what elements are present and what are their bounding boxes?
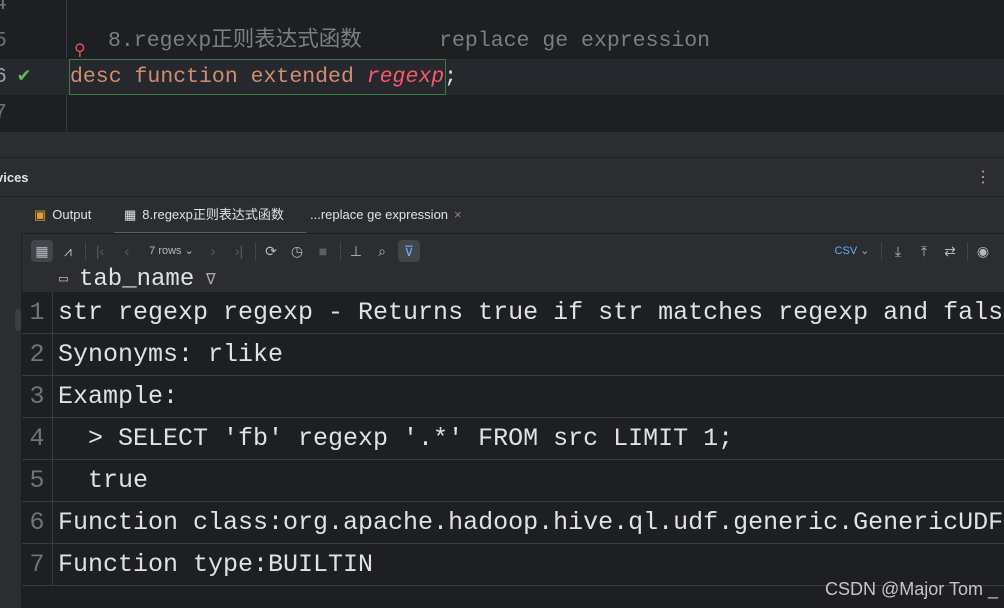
table-icon: ▦	[124, 207, 137, 222]
search-icon[interactable]: ⌕	[371, 240, 393, 262]
stop-icon[interactable]: ■	[312, 240, 334, 262]
results-toolbar: ▦ ⩘ |‹ ‹ 7 rows ⌄ › ›| ⟳ ◷ ■ ⊥ ⌕ ⊽ CSV ⌄…	[22, 233, 1004, 267]
chart-view-icon[interactable]: ⩘	[57, 240, 79, 262]
last-page-icon[interactable]: ›|	[228, 240, 250, 262]
filter-icon[interactable]: ⊽	[398, 240, 420, 262]
table-row[interactable]: 2 Synonyms: rlike	[22, 334, 1004, 376]
column-header[interactable]: ▭ tab_name ∇	[22, 267, 1004, 293]
editor-line[interactable]: 4	[0, 0, 1004, 22]
results-grid[interactable]: ▭ tab_name ∇ 1 str regexp regexp - Return…	[22, 267, 1004, 608]
compare-icon[interactable]: ⇄	[939, 240, 961, 262]
history-icon[interactable]: ◷	[286, 240, 308, 262]
code-editor[interactable]: 4 5 ⚲ 8.regexp正则表达式函数 replace ge express…	[0, 0, 1004, 131]
export-format-dropdown[interactable]: CSV ⌄	[832, 240, 872, 262]
refresh-icon[interactable]: ⟳	[260, 240, 282, 262]
close-icon[interactable]: ×	[454, 197, 462, 233]
table-row[interactable]: 3 Example:	[22, 376, 1004, 418]
filter-column-icon[interactable]: ∇	[206, 267, 216, 293]
splitter[interactable]	[0, 131, 1004, 157]
prev-page-icon[interactable]: ‹	[116, 240, 138, 262]
rows-dropdown[interactable]: 7 rows ⌄	[144, 240, 199, 262]
watermark: CSDN @Major Tom _	[825, 579, 998, 599]
eye-icon[interactable]: ◉	[972, 240, 994, 262]
results-tabs: ▣ Output ▦ 8.regexp正则表达式函数 ...replace ge…	[0, 197, 1004, 234]
services-tree-panel: ›	[0, 197, 22, 608]
semicolon: ;	[444, 65, 458, 89]
first-page-icon[interactable]: |‹	[89, 240, 111, 262]
table-row[interactable]: 6 Function class:org.apache.hadoop.hive.q…	[22, 502, 1004, 544]
more-options-icon[interactable]: ⋮	[975, 167, 991, 187]
table-row[interactable]: 5 true	[22, 460, 1004, 502]
services-title: vices	[0, 170, 29, 185]
column-icon: ▭	[59, 271, 69, 288]
services-header: vices ⋮	[0, 157, 1004, 197]
pin-icon[interactable]: ⊥	[345, 240, 367, 262]
editor-line[interactable]: 7	[0, 95, 1004, 131]
comment-text: 8.regexp正则表达式函数 replace ge expression	[108, 29, 711, 53]
tab-replace-expression[interactable]: ...replace ge expression ×	[310, 197, 462, 233]
table-row[interactable]: 4 > SELECT 'fb' regexp '.*' FROM src LIM…	[22, 418, 1004, 460]
editor-line[interactable]: 5 ⚲ 8.regexp正则表达式函数 replace ge expressio…	[0, 23, 1004, 60]
tab-output[interactable]: ▣ Output	[34, 197, 91, 233]
tab-result-regexp[interactable]: ▦ 8.regexp正则表达式函数	[114, 197, 306, 234]
upload-icon[interactable]: ⤒	[913, 240, 935, 262]
table-row[interactable]: 1 str regexp regexp - Returns true if str…	[22, 292, 1004, 334]
statement-highlight	[69, 59, 446, 95]
next-page-icon[interactable]: ›	[202, 240, 224, 262]
table-view-icon[interactable]: ▦	[31, 240, 53, 262]
console-icon: ▣	[34, 207, 47, 222]
check-icon: ✔	[18, 65, 31, 88]
scrollbar[interactable]	[15, 309, 21, 331]
download-icon[interactable]: ⤓	[887, 240, 909, 262]
